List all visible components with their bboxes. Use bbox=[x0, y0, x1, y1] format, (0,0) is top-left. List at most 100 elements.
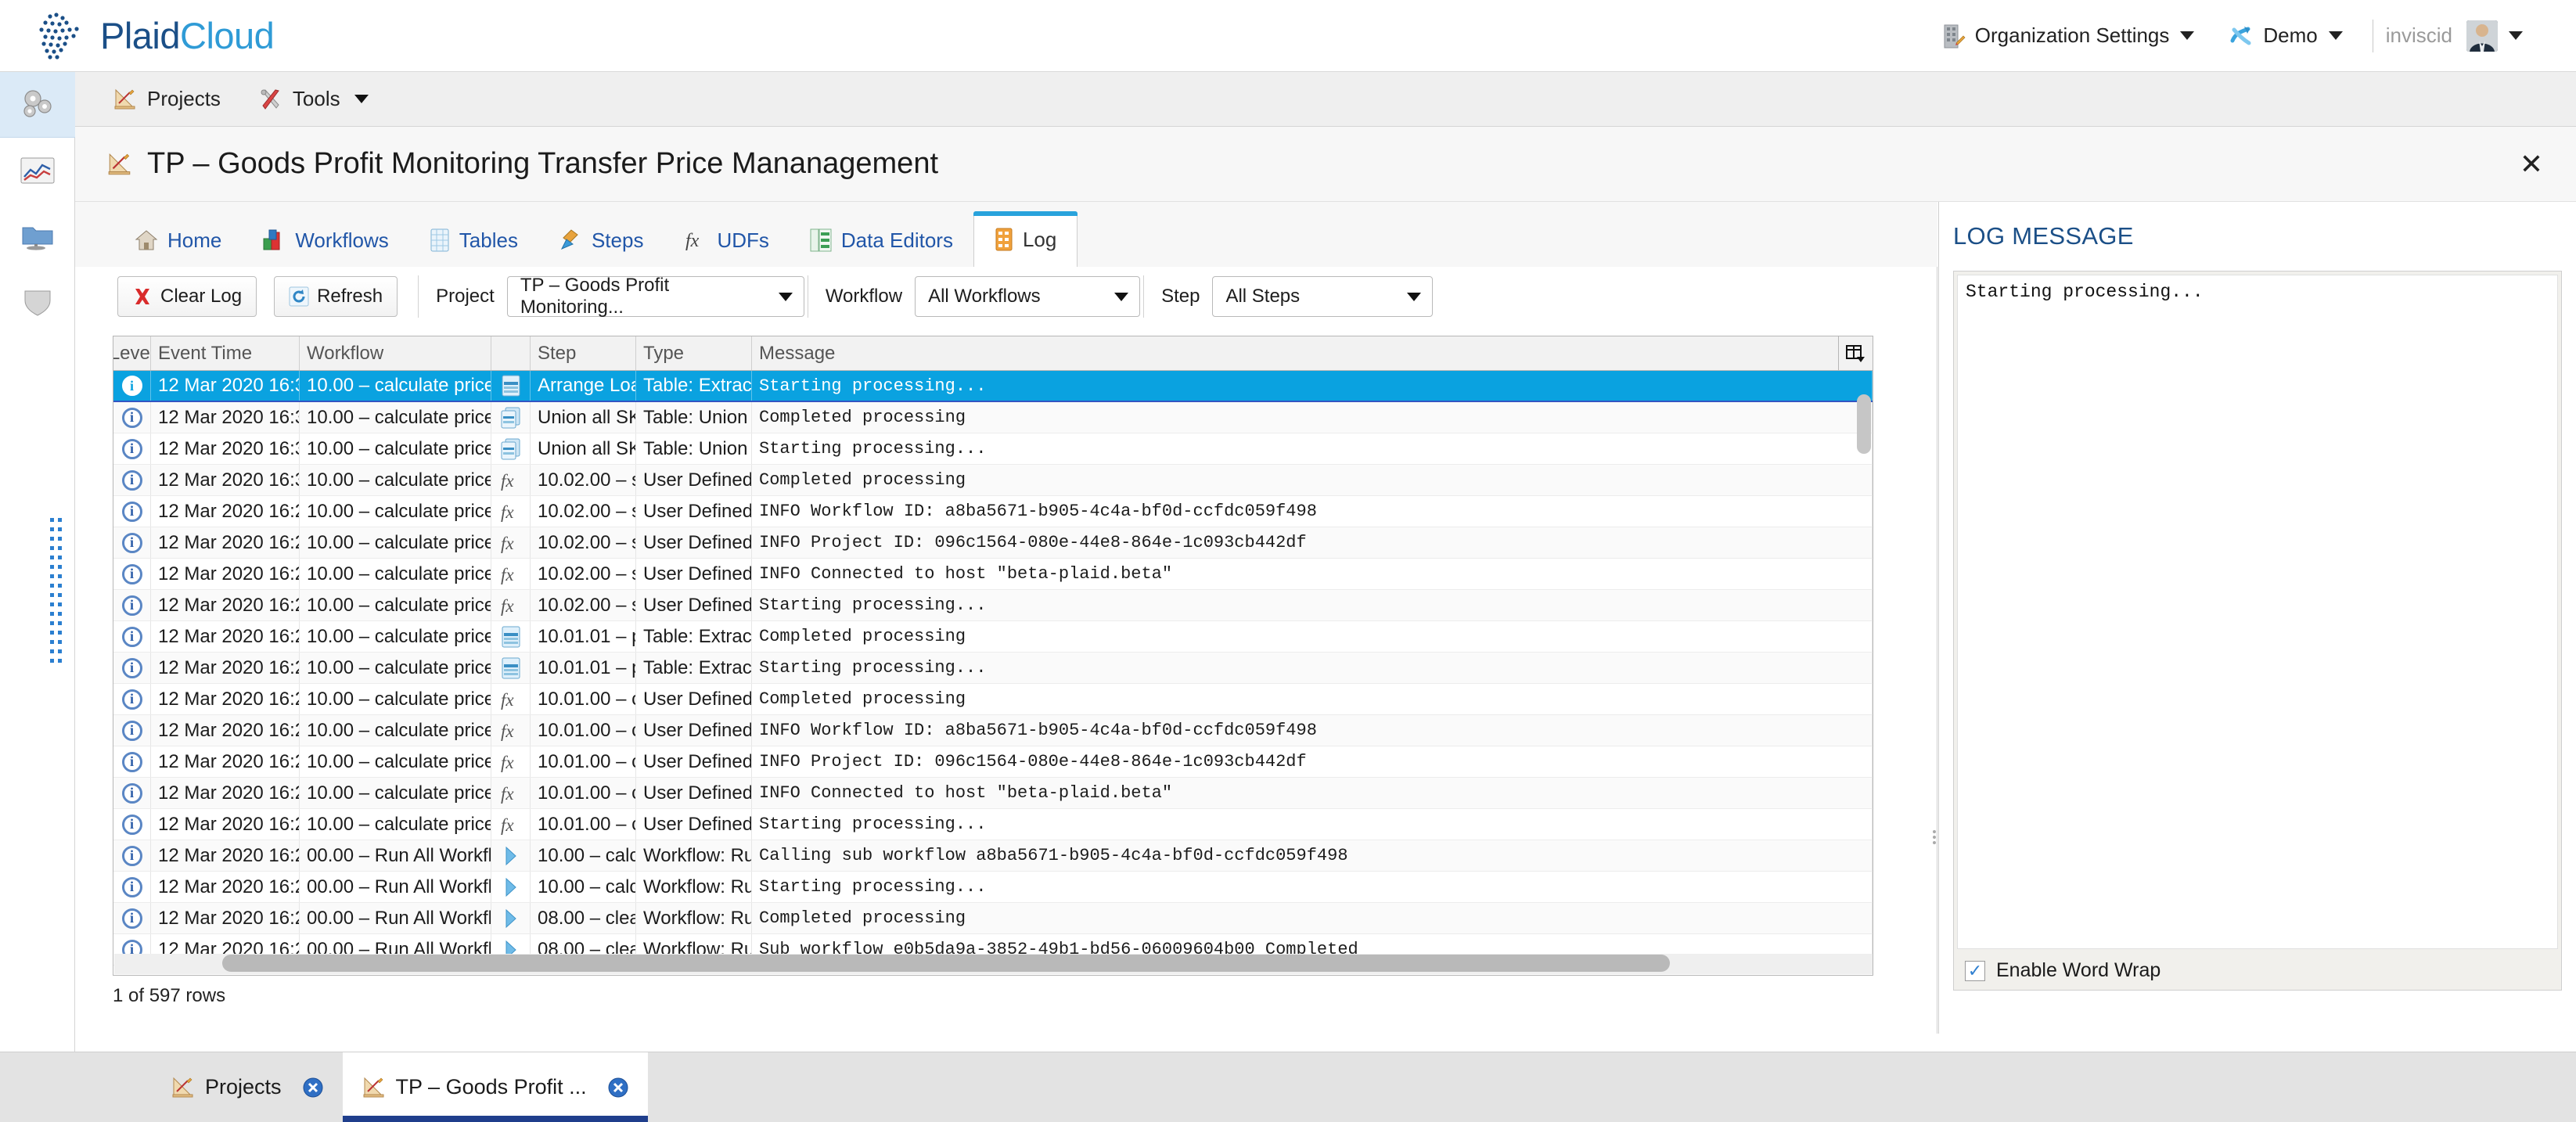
taskbar-item-projects[interactable]: Projects bbox=[152, 1052, 343, 1122]
table-row[interactable]: i 12 Mar 2020 16:27:2310.00 – calculate p… bbox=[113, 621, 1873, 653]
panel-resize-handle[interactable] bbox=[1933, 828, 1937, 847]
organization-settings-label: Organization Settings bbox=[1974, 23, 2170, 47]
table-row[interactable]: i 12 Mar 2020 16:31:0910.00 – calculate p… bbox=[113, 465, 1873, 496]
table-row[interactable]: i 12 Mar 2020 16:25:5010.00 – calculate p… bbox=[113, 778, 1873, 809]
step-type-icon-cell bbox=[491, 872, 531, 902]
workspace-label: Demo bbox=[2263, 23, 2318, 47]
table-row[interactable]: i 12 Mar 2020 16:25:5010.00 – calculate p… bbox=[113, 746, 1873, 778]
checkbox-icon: ✓ bbox=[1965, 960, 1985, 981]
column-header-workflow[interactable]: Workflow bbox=[300, 336, 491, 370]
tab-log[interactable]: Log bbox=[973, 211, 1078, 268]
rail-item-files[interactable] bbox=[0, 203, 75, 269]
svg-text:fx: fx bbox=[501, 534, 514, 553]
table-row[interactable]: i 12 Mar 2020 16:25:4700.00 – Run All Wor… bbox=[113, 872, 1873, 903]
table-icon bbox=[501, 657, 521, 679]
event-time-cell: 12 Mar 2020 16:25:50 bbox=[151, 746, 300, 777]
rail-item-analytics[interactable] bbox=[0, 138, 75, 203]
info-icon: i bbox=[121, 532, 142, 553]
column-header-step[interactable]: Step bbox=[531, 336, 636, 370]
table-row[interactable]: i 12 Mar 2020 16:25:5010.00 – calculate p… bbox=[113, 715, 1873, 746]
column-header-message[interactable]: Message bbox=[752, 336, 1838, 370]
row-count-status: 1 of 597 rows bbox=[113, 985, 226, 1006]
step-filter-select[interactable]: All Steps bbox=[1212, 276, 1434, 317]
grid-settings-icon[interactable] bbox=[1838, 336, 1873, 370]
clear-icon bbox=[132, 286, 153, 307]
organization-settings-menu[interactable]: Organization Settings bbox=[1925, 23, 2212, 49]
column-header-type[interactable]: Type bbox=[636, 336, 752, 370]
step-type-icon-cell bbox=[491, 433, 531, 464]
chevron-down-icon bbox=[2328, 31, 2343, 40]
home-icon bbox=[135, 229, 158, 251]
log-level-cell: i bbox=[113, 746, 151, 777]
message-cell: INFO Connected to host "beta-plaid.beta" bbox=[752, 559, 1873, 589]
table-row[interactable]: i 12 Mar 2020 16:25:4700.00 – Run All Wor… bbox=[113, 903, 1873, 934]
step-type-icon-cell bbox=[491, 621, 531, 652]
run-icon bbox=[502, 845, 520, 867]
table-row[interactable]: i 12 Mar 2020 16:27:2410.00 – calculate p… bbox=[113, 590, 1873, 621]
event-time-cell: 12 Mar 2020 16:31:10 bbox=[151, 433, 300, 464]
tab-tables[interactable]: Tables bbox=[409, 214, 538, 267]
close-page-button[interactable]: ✕ bbox=[2520, 149, 2543, 178]
taskbar-item-tp-goods-profit[interactable]: TP – Goods Profit ... bbox=[342, 1052, 648, 1122]
type-cell: Workflow: Run bbox=[636, 903, 752, 933]
tab-udfs[interactable]: fx UDFs bbox=[664, 214, 789, 267]
svg-text:fx: fx bbox=[501, 565, 514, 584]
tab-data-editors[interactable]: Data Editors bbox=[790, 214, 973, 267]
grid-vertical-scrollbar[interactable] bbox=[1857, 394, 1871, 454]
log-grid-body[interactable]: i12 Mar 2020 16:31:2110.00 – calculate p… bbox=[113, 371, 1873, 976]
project-filter-select[interactable]: TP – Goods Profit Monitoring... bbox=[506, 275, 804, 318]
grid-horizontal-scrollbar-track[interactable] bbox=[114, 954, 1873, 974]
step-filter-value: All Steps bbox=[1225, 286, 1301, 307]
step-type-icon-cell bbox=[491, 371, 531, 401]
close-icon[interactable] bbox=[607, 1077, 629, 1099]
clear-log-button[interactable]: Clear Log bbox=[117, 276, 257, 317]
union-icon bbox=[500, 438, 522, 460]
menu-item-tools[interactable]: Tools bbox=[258, 87, 369, 111]
brand-logo-area[interactable]: PlaidCloud bbox=[34, 10, 275, 62]
workflow-filter-select[interactable]: All Workflows bbox=[915, 276, 1141, 317]
table-row[interactable]: i 12 Mar 2020 16:27:2510.00 – calculate p… bbox=[113, 527, 1873, 559]
log-message-text[interactable]: Starting processing... bbox=[1957, 275, 2558, 949]
event-time-cell: 12 Mar 2020 16:31:09 bbox=[151, 465, 300, 495]
fx-icon: fx bbox=[499, 595, 523, 617]
tab-workflows[interactable]: Workflows bbox=[242, 214, 408, 267]
table-row[interactable]: i 12 Mar 2020 16:31:1910.00 – calculate p… bbox=[113, 402, 1873, 433]
enable-word-wrap-checkbox[interactable]: ✓ Enable Word Wrap bbox=[1965, 959, 2160, 982]
table-row[interactable]: i 12 Mar 2020 16:31:2110.00 – calculate p… bbox=[113, 371, 1873, 402]
tab-home[interactable]: Home bbox=[114, 214, 242, 267]
log-level-cell: i bbox=[113, 809, 151, 840]
grid-horizontal-scrollbar-thumb[interactable] bbox=[222, 955, 1670, 972]
rail-item-tools[interactable] bbox=[0, 72, 75, 138]
info-icon: i bbox=[121, 814, 142, 835]
workspace-menu[interactable]: Demo bbox=[2211, 23, 2359, 49]
message-cell: Calling sub workflow a8ba5671-b905-4c4a-… bbox=[752, 840, 1873, 871]
rail-resize-handle[interactable] bbox=[49, 518, 69, 690]
table-row[interactable]: i 12 Mar 2020 16:27:2510.00 – calculate p… bbox=[113, 496, 1873, 527]
info-icon: i bbox=[121, 845, 142, 866]
table-row[interactable]: i 12 Mar 2020 16:31:1010.00 – calculate p… bbox=[113, 433, 1873, 465]
menu-item-projects[interactable]: Projects bbox=[113, 87, 221, 111]
workflow-cell: 10.00 – calculate price resets bbox=[300, 809, 491, 840]
column-header-level[interactable]: Level bbox=[113, 336, 151, 370]
user-menu[interactable] bbox=[2466, 20, 2540, 52]
table-row[interactable]: i 12 Mar 2020 16:27:0310.00 – calculate p… bbox=[113, 653, 1873, 684]
fx-icon: fx bbox=[499, 751, 523, 773]
tab-home-label: Home bbox=[167, 228, 222, 252]
tab-steps[interactable]: Steps bbox=[538, 214, 664, 267]
run-icon bbox=[502, 876, 520, 898]
column-header-event-time[interactable]: Event Time bbox=[151, 336, 300, 370]
step-cell: 10.02.00 – se... bbox=[531, 559, 636, 589]
log-grid-header: Level Event Time Workflow Step Type Mess… bbox=[113, 336, 1873, 371]
table-row[interactable]: i 12 Mar 2020 16:25:4800.00 – Run All Wor… bbox=[113, 840, 1873, 872]
table-row[interactable]: i 12 Mar 2020 16:25:4910.00 – calculate p… bbox=[113, 809, 1873, 840]
table-row[interactable]: i 12 Mar 2020 16:27:0310.00 – calculate p… bbox=[113, 684, 1873, 715]
refresh-button[interactable]: Refresh bbox=[274, 276, 398, 317]
table-row[interactable]: i 12 Mar 2020 16:27:2510.00 – calculate p… bbox=[113, 559, 1873, 590]
rail-item-security[interactable] bbox=[0, 269, 75, 335]
column-header-icon[interactable] bbox=[491, 336, 531, 370]
type-cell: User Defined bbox=[636, 559, 752, 589]
message-cell: Starting processing... bbox=[752, 433, 1873, 464]
tab-udfs-label: UDFs bbox=[717, 228, 769, 252]
workflow-cell: 00.00 – Run All Workflows bbox=[300, 840, 491, 871]
close-icon[interactable] bbox=[302, 1077, 324, 1099]
